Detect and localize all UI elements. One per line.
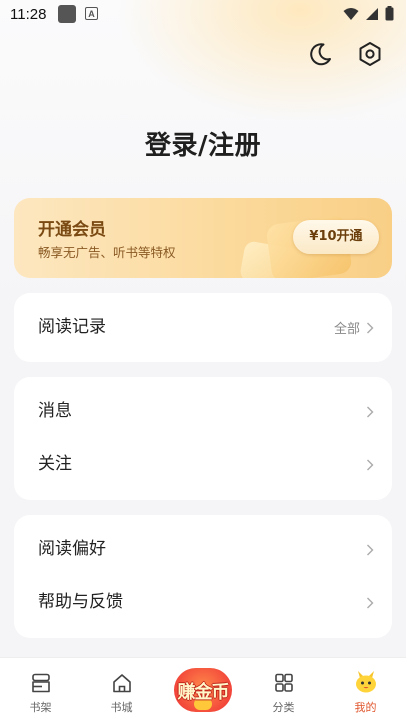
chevron-right-icon xyxy=(367,459,374,470)
row-label: 关注 xyxy=(38,454,72,474)
reading-record-row[interactable]: 阅读记录 全部 xyxy=(14,301,392,354)
vip-open-button[interactable]: ¥10开通 xyxy=(293,220,379,254)
tab-category[interactable]: 分类 xyxy=(243,658,324,722)
vip-banner[interactable]: 开通会员 畅享无广告、听书等特权 ¥10开通 xyxy=(14,198,392,278)
reading-preferences-row[interactable]: 阅读偏好 xyxy=(14,523,392,576)
row-label: 阅读记录 xyxy=(38,317,106,337)
row-right xyxy=(366,576,374,629)
status-time: 11:28 xyxy=(10,6,47,23)
tab-label: 我的 xyxy=(354,701,377,714)
chevron-right-icon xyxy=(367,406,374,417)
chevron-right-icon xyxy=(367,544,374,555)
messages-card: 消息 关注 xyxy=(14,377,392,500)
reading-record-card: 阅读记录 全部 xyxy=(14,293,392,362)
row-label: 消息 xyxy=(38,401,72,421)
row-right xyxy=(366,385,374,438)
messages-row[interactable]: 消息 xyxy=(14,385,392,438)
row-right: 全部 xyxy=(334,301,374,354)
wifi-icon xyxy=(343,7,359,20)
login-register-title[interactable]: 登录/注册 xyxy=(0,125,406,162)
view-all-text: 全部 xyxy=(333,322,360,337)
row-right xyxy=(366,523,374,576)
help-feedback-row[interactable]: 帮助与反馈 xyxy=(14,576,392,629)
settings-gear-icon[interactable] xyxy=(356,40,384,68)
earn-coins-label: 赚金币 xyxy=(177,682,230,703)
tab-label: 书城 xyxy=(110,701,133,714)
tab-bookstore[interactable]: 书城 xyxy=(81,658,162,722)
home-icon xyxy=(112,674,131,693)
tab-label: 分类 xyxy=(272,701,295,714)
tab-bookshelf[interactable]: 书架 xyxy=(0,658,81,722)
app-notification-icon xyxy=(58,5,76,23)
vip-subtitle: 畅享无广告、听书等特权 xyxy=(38,245,176,260)
bookshelf-icon xyxy=(31,673,50,693)
earn-coins-button[interactable]: 赚金币 xyxy=(168,668,238,712)
tab-label: 书架 xyxy=(29,701,52,714)
grid-icon xyxy=(274,673,293,692)
night-mode-icon[interactable] xyxy=(306,40,334,68)
status-indicators xyxy=(343,6,394,21)
mascot-icon xyxy=(355,671,376,693)
preferences-card: 阅读偏好 帮助与反馈 xyxy=(14,515,392,638)
row-label: 帮助与反馈 xyxy=(38,592,123,612)
row-label: 阅读偏好 xyxy=(38,539,106,559)
tab-mine[interactable]: 我的 xyxy=(325,658,406,722)
notification-letter-icon: A xyxy=(85,7,98,20)
battery-icon xyxy=(385,6,394,21)
chevron-right-icon xyxy=(367,322,374,333)
row-right xyxy=(366,438,374,491)
follow-row[interactable]: 关注 xyxy=(14,438,392,491)
chevron-right-icon xyxy=(367,597,374,608)
status-bar: 11:28 A xyxy=(0,0,406,30)
signal-icon xyxy=(366,7,378,20)
vip-title: 开通会员 xyxy=(38,220,106,240)
